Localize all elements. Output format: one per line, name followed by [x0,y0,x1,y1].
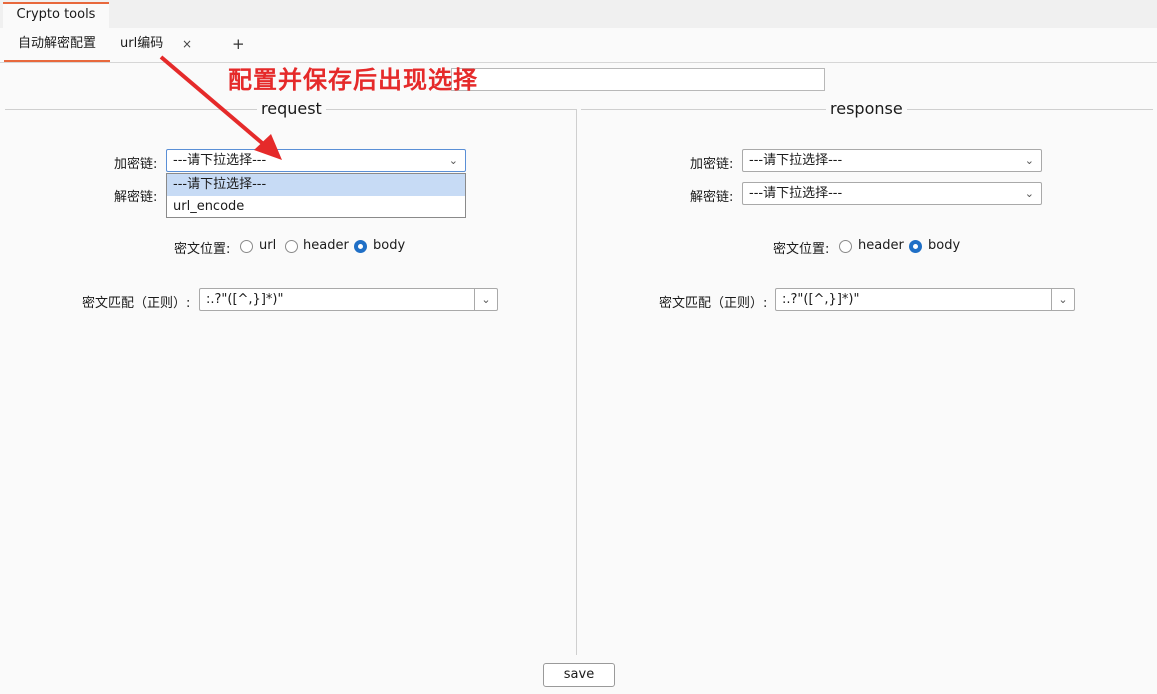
radio-header[interactable] [285,240,298,253]
request-decrypt-chain-label: 解密链: [114,190,158,205]
chevron-down-icon: ⌄ [1024,187,1034,200]
tab-close-icon[interactable]: × [182,28,192,60]
response-decrypt-chain-select[interactable]: ---请下拉选择--- ⌄ [742,182,1042,205]
add-tab-button[interactable]: + [232,28,245,60]
request-position-label: 密文位置: [174,242,231,257]
response-position-label: 密文位置: [773,242,830,257]
app-tab-label: Crypto tools [16,7,96,22]
radio-url[interactable] [240,240,253,253]
request-match-combo[interactable]: :.?"([^,}]*)" ⌄ [199,288,498,311]
dropdown-option[interactable]: ---请下拉选择--- [167,174,465,196]
tab-url-encode[interactable]: url编码 [120,28,163,60]
response-match-combo[interactable]: :.?"([^,}]*)" ⌄ [775,288,1075,311]
response-encrypt-chain-select[interactable]: ---请下拉选择--- ⌄ [742,149,1042,172]
select-value: ---请下拉选择--- [749,153,843,168]
save-button[interactable]: save [543,663,615,687]
tab-label: 自动解密配置 [17,36,96,51]
radio-header-label: header [858,238,904,253]
request-encrypt-chain-select[interactable]: ---请下拉选择--- ⌄ [166,149,466,172]
radio-header[interactable] [839,240,852,253]
chevron-down-icon[interactable]: ⌄ [1051,289,1074,310]
radio-body-label: body [928,238,961,253]
chevron-down-icon[interactable]: ⌄ [474,289,497,310]
request-title: request [257,99,326,118]
radio-body[interactable] [909,240,922,253]
radio-header-label: header [303,238,349,253]
partially-hidden-input[interactable] [451,68,825,91]
response-title: response [826,99,907,118]
select-value: ---请下拉选择--- [173,153,267,168]
radio-body-label: body [373,238,406,253]
chevron-down-icon: ⌄ [448,154,458,167]
dropdown-option[interactable]: url_encode [167,196,465,218]
combo-value: :.?"([^,}]*)" [206,292,284,307]
response-encrypt-chain-label: 加密链: [690,157,734,172]
request-encrypt-chain-label: 加密链: [114,157,158,172]
tab-auto-decrypt-config[interactable]: 自动解密配置 [4,28,110,62]
radio-body[interactable] [354,240,367,253]
request-match-label: 密文匹配（正则）: [82,296,191,311]
chevron-down-icon: ⌄ [1024,154,1034,167]
response-decrypt-chain-label: 解密链: [690,190,734,205]
radio-url-label: url [259,238,277,253]
response-match-label: 密文匹配（正则）: [659,296,768,311]
annotation-text: 配置并保存后出现选择 [228,66,478,94]
subtab-bar [0,28,1157,63]
panel-divider [576,109,577,655]
tab-label: url编码 [120,36,164,51]
encrypt-chain-dropdown-list: ---请下拉选择--- url_encode [166,173,466,218]
select-value: ---请下拉选择--- [749,186,843,201]
combo-value: :.?"([^,}]*)" [782,292,860,307]
app-tab[interactable]: Crypto tools [3,2,109,28]
